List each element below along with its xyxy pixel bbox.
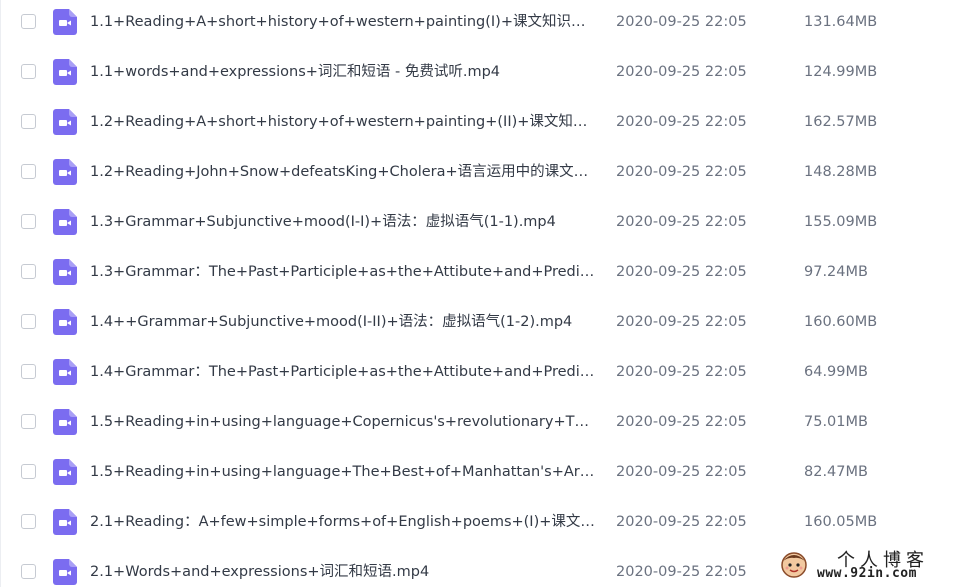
file-size: 131.64MB [804,14,878,30]
video-file-icon [53,559,77,585]
file-name[interactable]: 1.4+Grammar：The+Past+Participle+as+the+A… [90,362,595,382]
file-row[interactable]: 1.2+Reading+John+Snow+defeatsKing+Choler… [1,150,970,200]
file-size: 124.99MB [804,64,878,80]
file-date: 2020-09-25 22:05 [616,564,747,580]
row-checkbox[interactable] [21,564,36,579]
file-row[interactable]: 1.2+Reading+A+short+history+of+western+p… [1,100,970,150]
file-list: 1.1+Reading+A+short+history+of+western+p… [0,0,970,587]
row-checkbox[interactable] [21,514,36,529]
site-watermark: 个人博客 www.92in.com [775,546,965,584]
video-file-icon [53,109,77,135]
video-file-icon [53,9,77,35]
file-name[interactable]: 1.1+words+and+expressions+词汇和短语 - 免费试听.m… [90,62,595,82]
row-checkbox[interactable] [21,14,36,29]
row-checkbox[interactable] [21,414,36,429]
file-size: 162.57MB [804,114,878,130]
video-file-icon [53,309,77,335]
file-name[interactable]: 1.5+Reading+in+using+language+Copernicus… [90,412,595,432]
file-row[interactable]: 1.4++Grammar+Subjunctive+mood(I-II)+语法：虚… [1,300,970,350]
file-size: 160.05MB [804,514,878,530]
file-size: 148.28MB [804,164,878,180]
video-file-icon [53,509,77,535]
file-date: 2020-09-25 22:05 [616,314,747,330]
file-name[interactable]: 1.2+Reading+A+short+history+of+western+p… [90,112,595,132]
file-row[interactable]: 1.4+Grammar：The+Past+Participle+as+the+A… [1,350,970,400]
file-name[interactable]: 1.2+Reading+John+Snow+defeatsKing+Choler… [90,162,595,182]
file-row[interactable]: 1.1+Reading+A+short+history+of+western+p… [1,0,970,50]
file-name[interactable]: 1.4++Grammar+Subjunctive+mood(I-II)+语法：虚… [90,312,595,332]
video-file-icon [53,59,77,85]
row-checkbox[interactable] [21,114,36,129]
file-date: 2020-09-25 22:05 [616,414,747,430]
row-checkbox[interactable] [21,314,36,329]
watermark-url: www.92in.com [817,566,917,581]
video-file-icon [53,209,77,235]
row-checkbox[interactable] [21,164,36,179]
file-row[interactable]: 1.3+Grammar：The+Past+Participle+as+the+A… [1,250,970,300]
video-file-icon [53,159,77,185]
video-file-icon [53,259,77,285]
row-checkbox[interactable] [21,64,36,79]
file-name[interactable]: 1.1+Reading+A+short+history+of+western+p… [90,12,595,32]
file-name[interactable]: 2.1+Reading：A+few+simple+forms+of+Englis… [90,512,595,532]
video-file-icon [53,459,77,485]
file-date: 2020-09-25 22:05 [616,64,747,80]
file-date: 2020-09-25 22:05 [616,214,747,230]
file-size: 160.60MB [804,314,878,330]
file-date: 2020-09-25 22:05 [616,364,747,380]
file-size: 75.01MB [804,414,868,430]
file-row[interactable]: 2.1+Reading：A+few+simple+forms+of+Englis… [1,500,970,550]
file-row[interactable]: 1.5+Reading+in+using+language+Copernicus… [1,400,970,450]
video-file-icon [53,409,77,435]
file-date: 2020-09-25 22:05 [616,464,747,480]
file-name[interactable]: 1.5+Reading+in+using+language+The+Best+o… [90,462,595,482]
file-name[interactable]: 1.3+Grammar：The+Past+Participle+as+the+A… [90,262,595,282]
file-size: 64.99MB [804,364,868,380]
file-date: 2020-09-25 22:05 [616,164,747,180]
file-name[interactable]: 2.1+Words+and+expressions+词汇和短语.mp4 [90,562,595,582]
row-checkbox[interactable] [21,464,36,479]
row-checkbox[interactable] [21,214,36,229]
file-date: 2020-09-25 22:05 [616,114,747,130]
video-file-icon [53,359,77,385]
file-size: 155.09MB [804,214,878,230]
file-row[interactable]: 1.1+words+and+expressions+词汇和短语 - 免费试听.m… [1,50,970,100]
file-size: 97.24MB [804,264,868,280]
row-checkbox[interactable] [21,364,36,379]
mascot-logo-icon [779,549,809,579]
file-date: 2020-09-25 22:05 [616,264,747,280]
file-size: 82.47MB [804,464,868,480]
row-checkbox[interactable] [21,264,36,279]
file-date: 2020-09-25 22:05 [616,14,747,30]
file-name[interactable]: 1.3+Grammar+Subjunctive+mood(I-I)+语法：虚拟语… [90,212,595,232]
file-date: 2020-09-25 22:05 [616,514,747,530]
file-row[interactable]: 1.3+Grammar+Subjunctive+mood(I-I)+语法：虚拟语… [1,200,970,250]
file-row[interactable]: 1.5+Reading+in+using+language+The+Best+o… [1,450,970,500]
